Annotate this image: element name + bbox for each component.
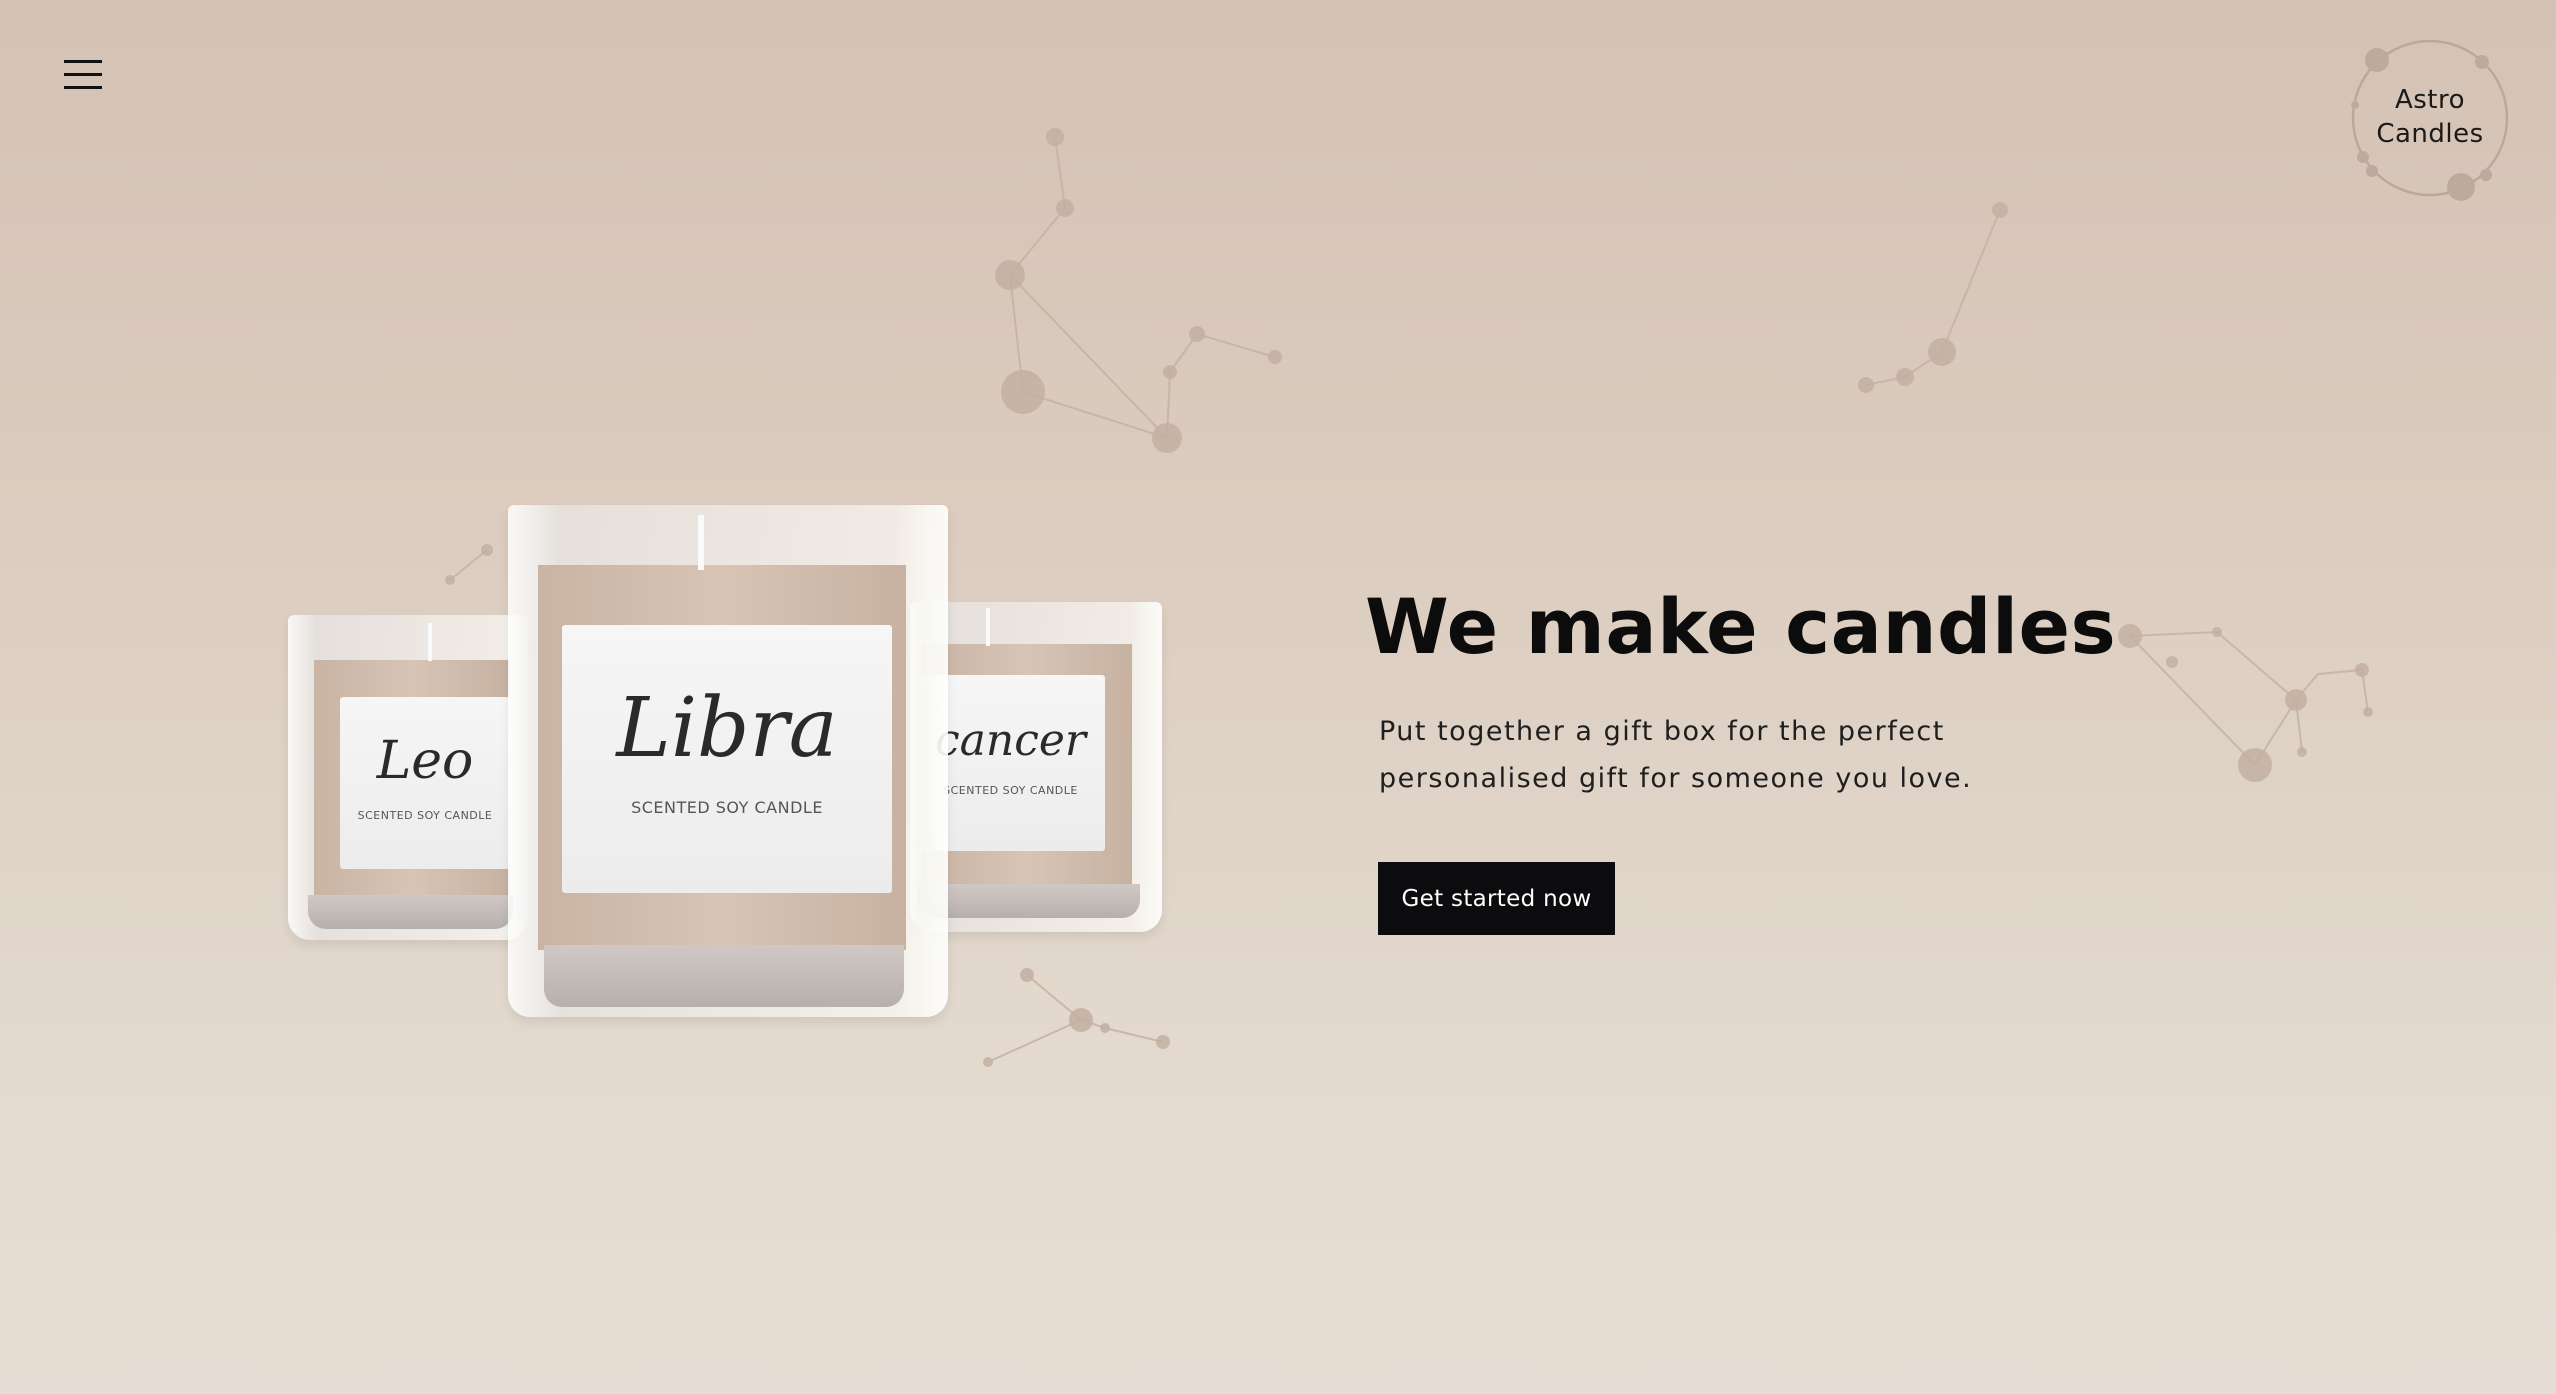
label-script-text: Libra (616, 681, 838, 776)
hamburger-menu-icon[interactable] (58, 52, 110, 96)
candle-label-libra: Libra SCENTED SOY CANDLE (562, 625, 892, 893)
label-subtitle: SCENTED SOY CANDLE (357, 809, 493, 822)
logo[interactable]: Astro Candles (2345, 35, 2515, 205)
hero-title: We make candles (1365, 582, 2117, 671)
candle-product-image: Leo SCENTED SOY CANDLE cancer SCENTED SO… (270, 505, 1170, 1025)
jar-wick (698, 515, 704, 570)
jar-bottom (918, 884, 1140, 918)
menu-line (64, 60, 102, 63)
hero-section: We make candles Put together a gift box … (1365, 570, 2265, 935)
hero-subtitle-line-2: personalised gift for someone you love. (1379, 763, 1973, 794)
label-subtitle: SCENTED SOY CANDLE (631, 798, 823, 817)
logo-line-1: Astro (2394, 85, 2466, 115)
candle-jar-leo: Leo SCENTED SOY CANDLE (288, 615, 528, 940)
candle-jar-libra: Libra SCENTED SOY CANDLE (508, 505, 948, 1017)
get-started-button[interactable]: Get started now (1378, 862, 1615, 935)
menu-line (64, 73, 102, 76)
jar-bottom (544, 945, 904, 1007)
jar-wick (428, 623, 432, 661)
label-script-text: Leo (376, 731, 474, 791)
logo-text: Astro Candles (2345, 83, 2515, 151)
jar-wick (986, 608, 990, 646)
candle-label-leo: Leo SCENTED SOY CANDLE (340, 697, 510, 869)
hero-subtitle: Put together a gift box for the perfect … (1379, 708, 1999, 802)
menu-line (64, 86, 102, 89)
jar-bottom (308, 895, 513, 929)
hero-subtitle-line-1: Put together a gift box for the perfect (1379, 716, 1945, 747)
logo-line-2: Candles (2376, 119, 2484, 149)
